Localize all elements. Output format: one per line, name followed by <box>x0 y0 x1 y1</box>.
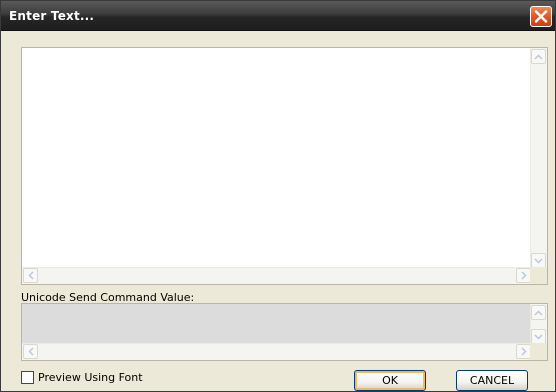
unicode-command-field[interactable] <box>21 303 548 361</box>
horizontal-scrollbar[interactable] <box>22 267 532 284</box>
cancel-button[interactable]: CANCEL <box>456 370 528 391</box>
close-icon <box>534 10 548 23</box>
preview-font-checkbox[interactable] <box>21 371 34 384</box>
arrow-up-icon <box>534 309 543 316</box>
command-vertical-scrollbar[interactable] <box>530 304 547 345</box>
scroll-right-button[interactable] <box>516 268 531 283</box>
close-button[interactable] <box>530 6 552 27</box>
enter-text-dialog: Enter Text... Unicode Send Command Value… <box>0 0 556 392</box>
command-scroll-up-button[interactable] <box>531 305 546 320</box>
arrow-right-icon <box>520 271 527 280</box>
scroll-corner <box>530 267 547 284</box>
command-scroll-right-button[interactable] <box>516 344 531 359</box>
arrow-left-icon <box>27 347 34 356</box>
command-scroll-corner <box>530 343 547 360</box>
preview-font-label: Preview Using Font <box>38 371 143 384</box>
arrow-right-icon <box>520 347 527 356</box>
scroll-down-button[interactable] <box>531 253 546 268</box>
text-input-area[interactable] <box>21 47 548 285</box>
scroll-up-button[interactable] <box>531 49 546 64</box>
vertical-scrollbar[interactable] <box>530 48 547 269</box>
arrow-down-icon <box>534 333 543 340</box>
command-scroll-down-button[interactable] <box>531 329 546 344</box>
command-horizontal-scrollbar[interactable] <box>22 343 532 360</box>
arrow-down-icon <box>534 257 543 264</box>
arrow-left-icon <box>27 271 34 280</box>
title-bar[interactable]: Enter Text... <box>1 1 555 31</box>
arrow-up-icon <box>534 53 543 60</box>
command-scroll-left-button[interactable] <box>23 344 38 359</box>
scroll-left-button[interactable] <box>23 268 38 283</box>
preview-font-option[interactable]: Preview Using Font <box>21 371 143 384</box>
dialog-title: Enter Text... <box>9 9 95 23</box>
ok-button[interactable]: OK <box>354 370 426 391</box>
